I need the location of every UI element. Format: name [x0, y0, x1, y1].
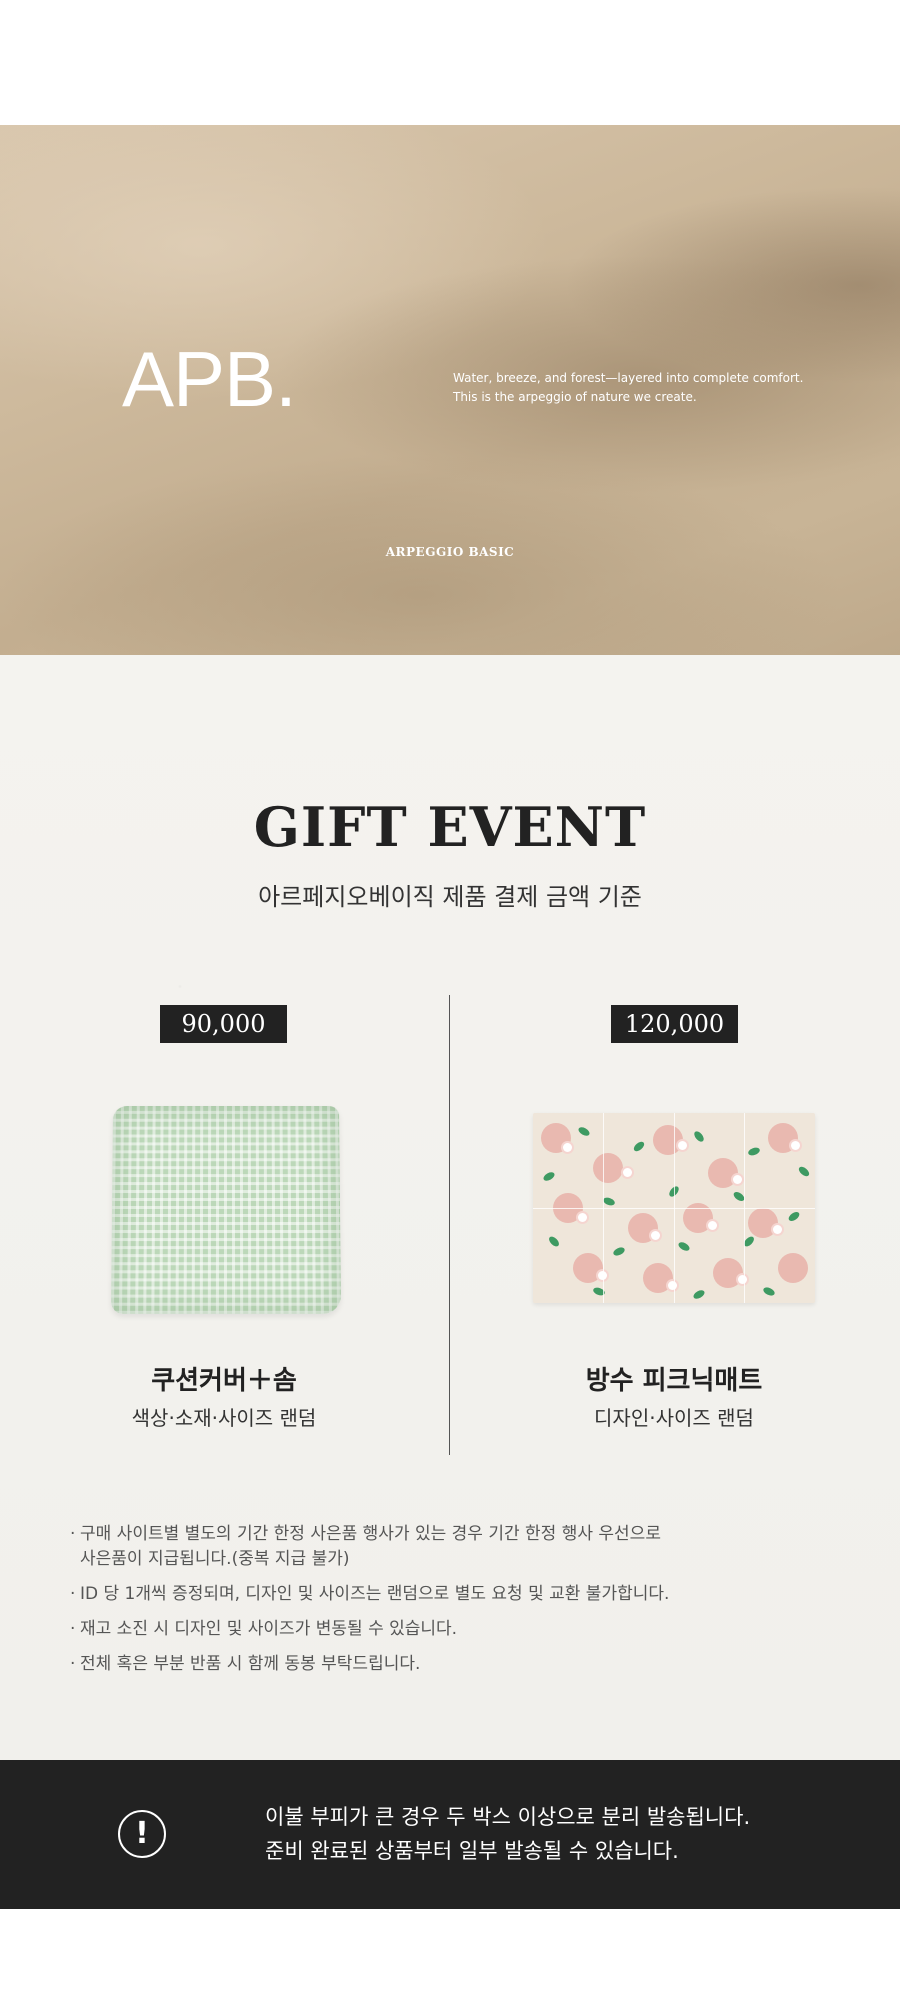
gift-event-subtitle: 아르페지오베이직 제품 결제 금액 기준: [0, 877, 900, 912]
shipping-notice-bar: ! 이불 부피가 큰 경우 두 박스 이상으로 분리 발송됩니다. 준비 완료된…: [0, 1760, 900, 1909]
gift-event-title: GIFT EVENT: [0, 795, 900, 859]
gift-note-line: 사은품이 지급됩니다.(중복 지급 불가): [80, 1549, 349, 1569]
gift-note-line: 전체 혹은 부분 반품 시 함께 동봉 부탁드립니다.: [80, 1654, 420, 1674]
gift-note-item: 구매 사이트별 별도의 기간 한정 사은품 행사가 있는 경우 기간 한정 행사…: [70, 1522, 810, 1547]
hero-tagline-line1: Water, breeze, and forest—layered into c…: [453, 369, 833, 388]
gift-note-item: 재고 소진 시 디자인 및 사이즈가 변동될 수 있습니다.: [70, 1617, 810, 1642]
gift-item-desc-picnic-mat: 디자인·사이즈 랜덤: [524, 1402, 824, 1431]
gift-event-section: GIFT EVENT 아르페지오베이직 제품 결제 금액 기준 90,000 1…: [0, 655, 900, 1760]
hero-banner: APB. Water, breeze, and forest—layered i…: [0, 125, 900, 655]
gift-notes-list: 구매 사이트별 별도의 기간 한정 사은품 행사가 있는 경우 기간 한정 행사…: [70, 1522, 810, 1687]
shipping-notice-text: 이불 부피가 큰 경우 두 박스 이상으로 분리 발송됩니다. 준비 완료된 상…: [265, 1800, 825, 1868]
gift-note-line: 재고 소진 시 디자인 및 사이즈가 변동될 수 있습니다.: [80, 1619, 457, 1639]
price-tag-90000: 90,000: [160, 1005, 287, 1043]
gift-item-desc-cushion: 색상·소재·사이즈 랜덤: [74, 1402, 374, 1431]
brand-name: ARPEGGIO BASIC: [0, 545, 900, 559]
gift-item-name-picnic-mat: 방수 피크닉매트: [524, 1360, 824, 1397]
column-divider: [449, 995, 450, 1455]
picnic-mat-image: [533, 1113, 815, 1303]
gift-note-continuation: 사은품이 지급됩니다.(중복 지급 불가): [70, 1547, 810, 1572]
cushion-image: [111, 1106, 341, 1314]
gift-note-item: 전체 혹은 부분 반품 시 함께 동봉 부탁드립니다.: [70, 1652, 810, 1677]
gift-item-name-cushion: 쿠션커버＋솜: [74, 1360, 374, 1397]
hero-tagline: Water, breeze, and forest—layered into c…: [453, 369, 833, 407]
shipping-notice-line1: 이불 부피가 큰 경우 두 박스 이상으로 분리 발송됩니다.: [265, 1800, 825, 1834]
gift-note-item: ID 당 1개씩 증정되며, 디자인 및 사이즈는 랜덤으로 별도 요청 및 교…: [70, 1582, 810, 1607]
hero-tagline-line2: This is the arpeggio of nature we create…: [453, 388, 833, 407]
price-tag-120000: 120,000: [611, 1005, 738, 1043]
shipping-notice-line2: 준비 완료된 상품부터 일부 발송될 수 있습니다.: [265, 1834, 825, 1868]
exclamation-circle-icon: !: [118, 1810, 166, 1858]
brand-logo: APB.: [122, 340, 296, 418]
gift-note-line: 구매 사이트별 별도의 기간 한정 사은품 행사가 있는 경우 기간 한정 행사…: [80, 1524, 661, 1544]
gift-note-line: ID 당 1개씩 증정되며, 디자인 및 사이즈는 랜덤으로 별도 요청 및 교…: [80, 1584, 669, 1604]
